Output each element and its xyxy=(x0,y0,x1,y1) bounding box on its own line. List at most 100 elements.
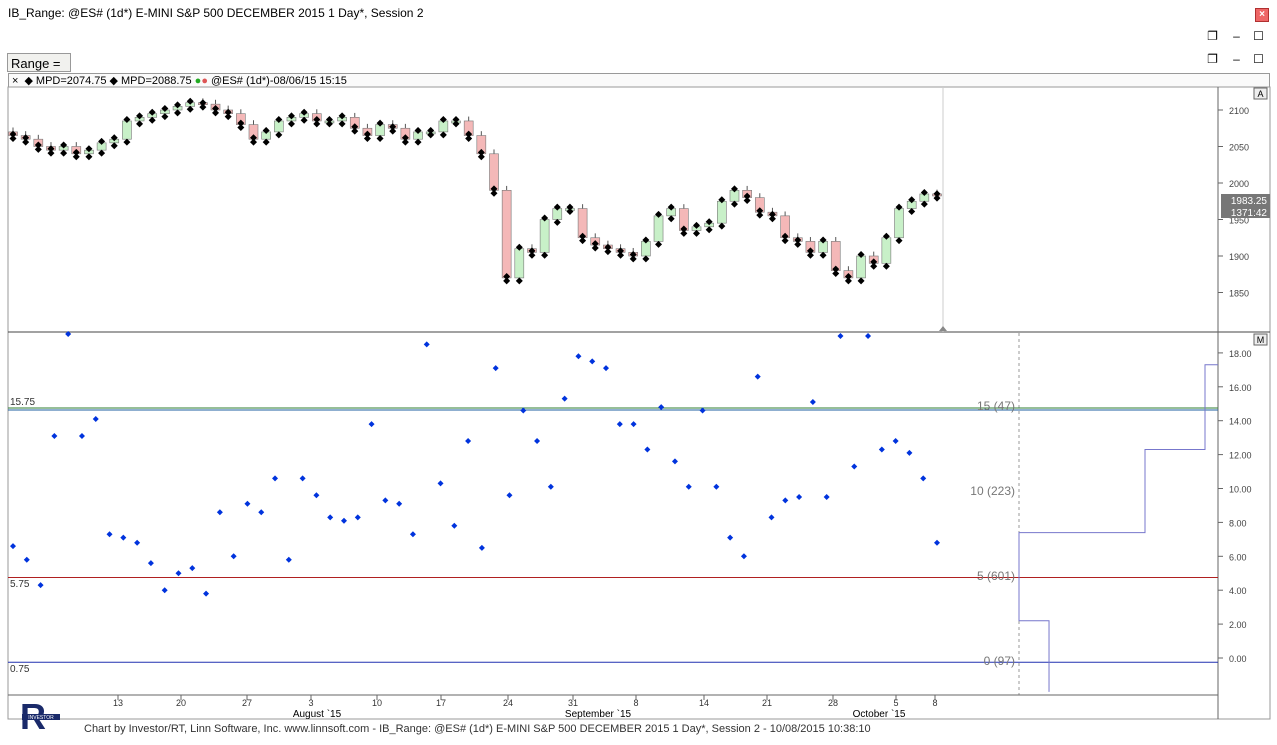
diamond-marker xyxy=(553,218,561,226)
range-dot xyxy=(630,421,637,428)
diamond-marker xyxy=(477,153,485,161)
diamond-marker xyxy=(579,237,587,245)
diamond-marker xyxy=(212,109,220,117)
diamond-marker xyxy=(768,215,776,223)
candle-body xyxy=(501,190,512,279)
diamond-marker xyxy=(655,240,663,248)
diamond-marker xyxy=(47,149,55,157)
hist-label-0: 0 (97) xyxy=(984,654,1015,668)
price-tick-label: 2000 xyxy=(1229,179,1249,189)
range-dot xyxy=(451,522,458,529)
diamond-marker xyxy=(136,120,144,128)
range-dot xyxy=(865,332,872,339)
diamond-marker xyxy=(832,270,840,278)
diamond-marker xyxy=(123,138,131,146)
range-dot xyxy=(396,500,403,507)
diamond-marker xyxy=(249,138,257,146)
diamond-marker xyxy=(642,255,650,263)
diamond-marker xyxy=(287,120,295,128)
hist-label-5: 5 (601) xyxy=(977,569,1015,583)
diamond-marker xyxy=(148,116,156,124)
range-tick-label: 14.00 xyxy=(1229,417,1252,427)
candle-body xyxy=(514,248,525,279)
x-tick-label: 20 xyxy=(176,698,186,708)
diamond-marker xyxy=(882,262,890,270)
diamond-marker xyxy=(186,105,194,113)
candle-body xyxy=(122,120,132,140)
range-dot xyxy=(285,556,292,563)
chart-canvas[interactable]: A M 210020502000195019001850 18.0016.001… xyxy=(0,0,1277,745)
histogram-step xyxy=(1018,364,1218,692)
diamond-marker xyxy=(161,113,169,121)
left-label-low: 0.75 xyxy=(10,664,30,675)
range-dot xyxy=(478,544,485,551)
diamond-marker xyxy=(9,134,17,142)
x-tick-label: 3 xyxy=(308,698,313,708)
price-tick-label: 1850 xyxy=(1229,289,1249,299)
range-dot xyxy=(837,332,844,339)
diamond-marker xyxy=(174,109,182,117)
diamond-marker xyxy=(414,138,422,146)
range-dot xyxy=(437,480,444,487)
range-tick-label: 2.00 xyxy=(1229,620,1247,630)
range-tick-label: 0.00 xyxy=(1229,654,1247,664)
range-dot xyxy=(616,421,623,428)
diamond-marker xyxy=(895,237,903,245)
diamond-marker xyxy=(515,277,523,285)
diamond-marker xyxy=(34,145,42,153)
range-dot xyxy=(203,590,210,597)
diamond-marker xyxy=(275,131,283,139)
range-dot xyxy=(589,358,596,365)
candle-series xyxy=(8,97,942,285)
diamond-marker xyxy=(22,138,30,146)
range-dot xyxy=(23,556,30,563)
diamond-marker xyxy=(490,189,498,197)
candle-body xyxy=(894,208,904,239)
hist-label-10: 10 (223) xyxy=(970,484,1015,498)
last-price-tag: 1983.25 xyxy=(1231,196,1268,207)
diamond-marker xyxy=(389,127,397,135)
diamond-marker xyxy=(819,251,827,259)
range-dot xyxy=(340,517,347,524)
diamond-marker xyxy=(60,149,68,157)
diamond-marker xyxy=(718,222,726,230)
diamond-marker xyxy=(794,240,802,248)
range-dot xyxy=(506,492,513,499)
diamond-marker xyxy=(844,277,852,285)
range-dot xyxy=(189,565,196,572)
range-dot xyxy=(51,432,58,439)
diamond-marker xyxy=(541,251,549,259)
range-dot xyxy=(547,483,554,490)
range-tick-label: 6.00 xyxy=(1229,552,1247,562)
diamond-marker xyxy=(604,248,612,256)
range-dot xyxy=(161,587,168,594)
diamond-marker xyxy=(743,197,751,205)
diamond-marker xyxy=(667,215,675,223)
range-tick-label: 16.00 xyxy=(1229,383,1252,393)
diamond-marker xyxy=(617,251,625,259)
x-tick-label: 5 xyxy=(893,698,898,708)
range-dot xyxy=(823,493,830,500)
range-dot xyxy=(382,497,389,504)
range-dot xyxy=(423,341,430,348)
range-dot xyxy=(851,463,858,470)
x-tick-label: 24 xyxy=(503,698,513,708)
month-label-oct: October `15 xyxy=(853,708,906,720)
range-histogram xyxy=(1018,364,1218,692)
price-tick-label: 1900 xyxy=(1229,252,1249,262)
diamond-marker xyxy=(806,251,814,259)
diamond-marker xyxy=(85,153,93,161)
range-dot xyxy=(644,446,651,453)
range-dot-series xyxy=(10,331,940,597)
range-dot xyxy=(768,514,775,521)
hist-label-15: 15 (47) xyxy=(977,399,1015,413)
x-tick-label: 10 xyxy=(372,698,382,708)
diamond-marker xyxy=(591,244,599,252)
left-label-high: 15.75 xyxy=(10,397,35,408)
x-tick-label: 31 xyxy=(568,698,578,708)
price-tick-label: 2050 xyxy=(1229,143,1249,153)
range-dot xyxy=(671,458,678,465)
diamond-marker xyxy=(629,255,637,263)
range-dot xyxy=(934,539,940,546)
diamond-marker xyxy=(680,229,688,237)
